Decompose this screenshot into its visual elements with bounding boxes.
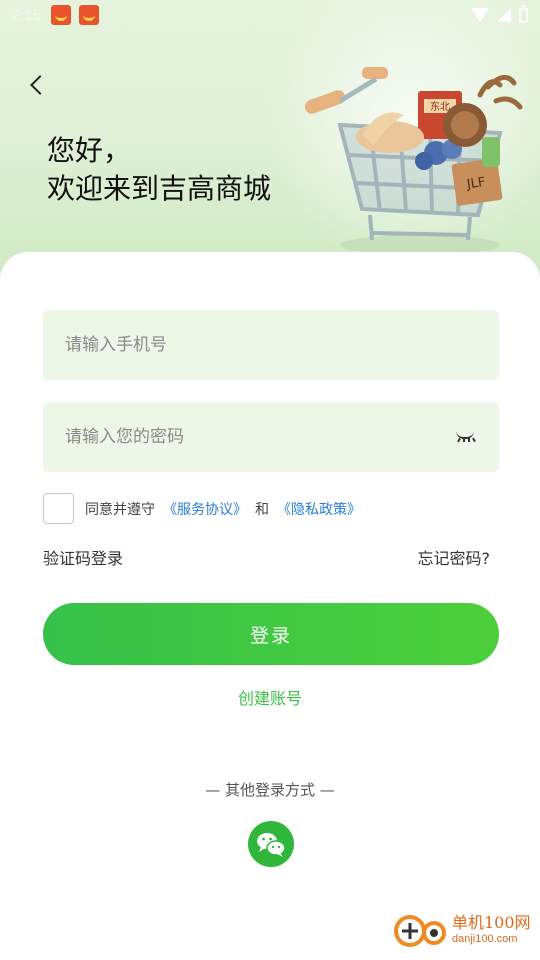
danji100-logo <box>394 915 446 947</box>
service-agreement-link[interactable]: 《服务协议》 <box>163 499 247 519</box>
illustration-box-label: 东北 <box>430 100 450 113</box>
other-login-label: — 其他登录方式 — <box>205 781 335 799</box>
agree-checkbox[interactable] <box>43 493 74 524</box>
signal-icon <box>497 8 511 22</box>
notification-app-icon <box>79 5 100 25</box>
wechat-icon <box>257 833 286 857</box>
privacy-policy-link[interactable]: 《隐私政策》 <box>277 499 361 519</box>
agree-text: 同意并遵守 <box>85 501 155 518</box>
forgot-password-link[interactable]: 忘记密码? <box>418 545 491 569</box>
and-text: 和 <box>255 501 269 518</box>
greeting-line-1: 您好， <box>47 134 132 167</box>
wifi-icon <box>471 8 489 22</box>
phone-input[interactable] <box>65 335 477 355</box>
shopping-cart-illustration: 东北 JLF <box>304 67 523 255</box>
notification-app-icon <box>51 5 72 25</box>
password-input[interactable] <box>65 427 455 447</box>
battery-icon <box>519 4 528 23</box>
site-watermark: 单机100网 danji100.com <box>392 913 531 949</box>
agreement-row: 同意并遵守 《服务协议》 和 《隐私政策》 <box>43 493 369 524</box>
code-login-link[interactable]: 验证码登录 <box>43 545 123 569</box>
welcome-greeting: 您好， 欢迎来到吉高商城 <box>47 132 271 208</box>
status-time: 2:15 <box>12 6 42 24</box>
watermark-url: danji100.com <box>452 933 518 945</box>
login-card: 同意并遵守 《服务协议》 和 《隐私政策》 验证码登录 忘记密码? 登录 创建账… <box>0 252 540 960</box>
chevron-left-icon <box>30 75 50 95</box>
create-account-link[interactable]: 创建账号 <box>0 685 540 709</box>
illustration-crate-label: JLF <box>465 175 486 193</box>
greeting-line-2: 欢迎来到吉高商城 <box>47 172 272 205</box>
wechat-login-button[interactable] <box>248 821 294 867</box>
status-bar: 2:15 <box>0 0 540 30</box>
password-field[interactable] <box>43 402 499 472</box>
login-button[interactable]: 登录 <box>43 603 499 665</box>
watermark-title: 单机100网 <box>452 913 531 932</box>
back-button[interactable] <box>22 70 52 100</box>
phone-field[interactable] <box>43 310 499 380</box>
eye-closed-icon[interactable] <box>455 431 477 443</box>
alt-options-row: 验证码登录 忘记密码? <box>43 545 490 569</box>
